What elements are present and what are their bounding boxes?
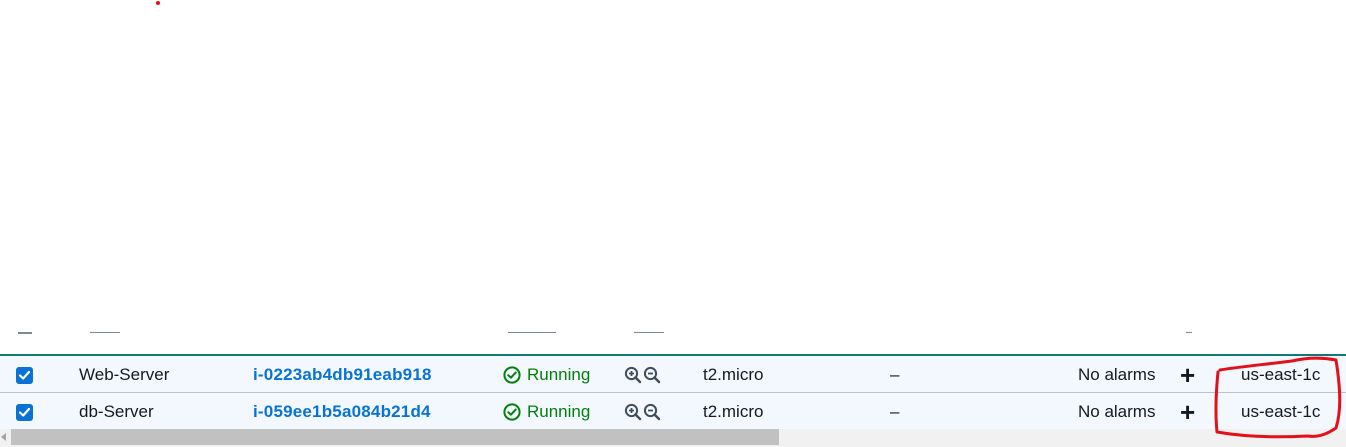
horizontal-scrollbar[interactable]: [0, 429, 1346, 447]
instance-name: Web-Server: [79, 365, 170, 384]
instance-id-link[interactable]: i-0223ab4db91eab918: [253, 356, 432, 394]
row-checkbox[interactable]: [16, 404, 33, 421]
instance-type: t2.micro: [703, 365, 764, 384]
add-alarm-button[interactable]: +: [1180, 393, 1195, 431]
zoom-controls: [624, 393, 661, 431]
table-row[interactable]: Web-Server i-0223ab4db91eab918 Running t…: [0, 354, 1346, 392]
scrollbar-thumb[interactable]: [11, 429, 779, 445]
scroll-left-arrow-icon[interactable]: [1, 433, 6, 441]
zoom-in-icon[interactable]: [624, 366, 642, 384]
alarm-status: No alarms: [1078, 365, 1156, 384]
status-check: –: [890, 402, 900, 421]
state-label: Running: [527, 365, 591, 384]
status-check: –: [890, 365, 900, 384]
instance-state: Running: [503, 393, 590, 431]
instance-id-link[interactable]: i-059ee1b5a084b21d4: [253, 393, 431, 431]
table-row[interactable]: db-Server i-059ee1b5a084b21d4 Running t2…: [0, 392, 1346, 430]
red-annotation-outline: [1214, 356, 1342, 439]
zoom-out-icon[interactable]: [643, 403, 661, 421]
check-circle-icon: [503, 403, 521, 421]
zoom-in-icon[interactable]: [624, 403, 642, 421]
check-circle-icon: [503, 366, 521, 384]
instance-state: Running: [503, 356, 590, 394]
checkmark-icon: [18, 370, 31, 380]
instance-type: t2.micro: [703, 402, 764, 421]
alarm-status: No alarms: [1078, 402, 1156, 421]
table-header-cut: [0, 332, 1346, 354]
checkmark-icon: [18, 407, 31, 417]
zoom-out-icon[interactable]: [643, 366, 661, 384]
red-dot-mark: [156, 1, 160, 5]
add-alarm-button[interactable]: +: [1180, 356, 1195, 394]
row-checkbox[interactable]: [16, 367, 33, 384]
state-label: Running: [527, 402, 591, 421]
instance-name: db-Server: [79, 402, 154, 421]
zoom-controls: [624, 356, 661, 394]
